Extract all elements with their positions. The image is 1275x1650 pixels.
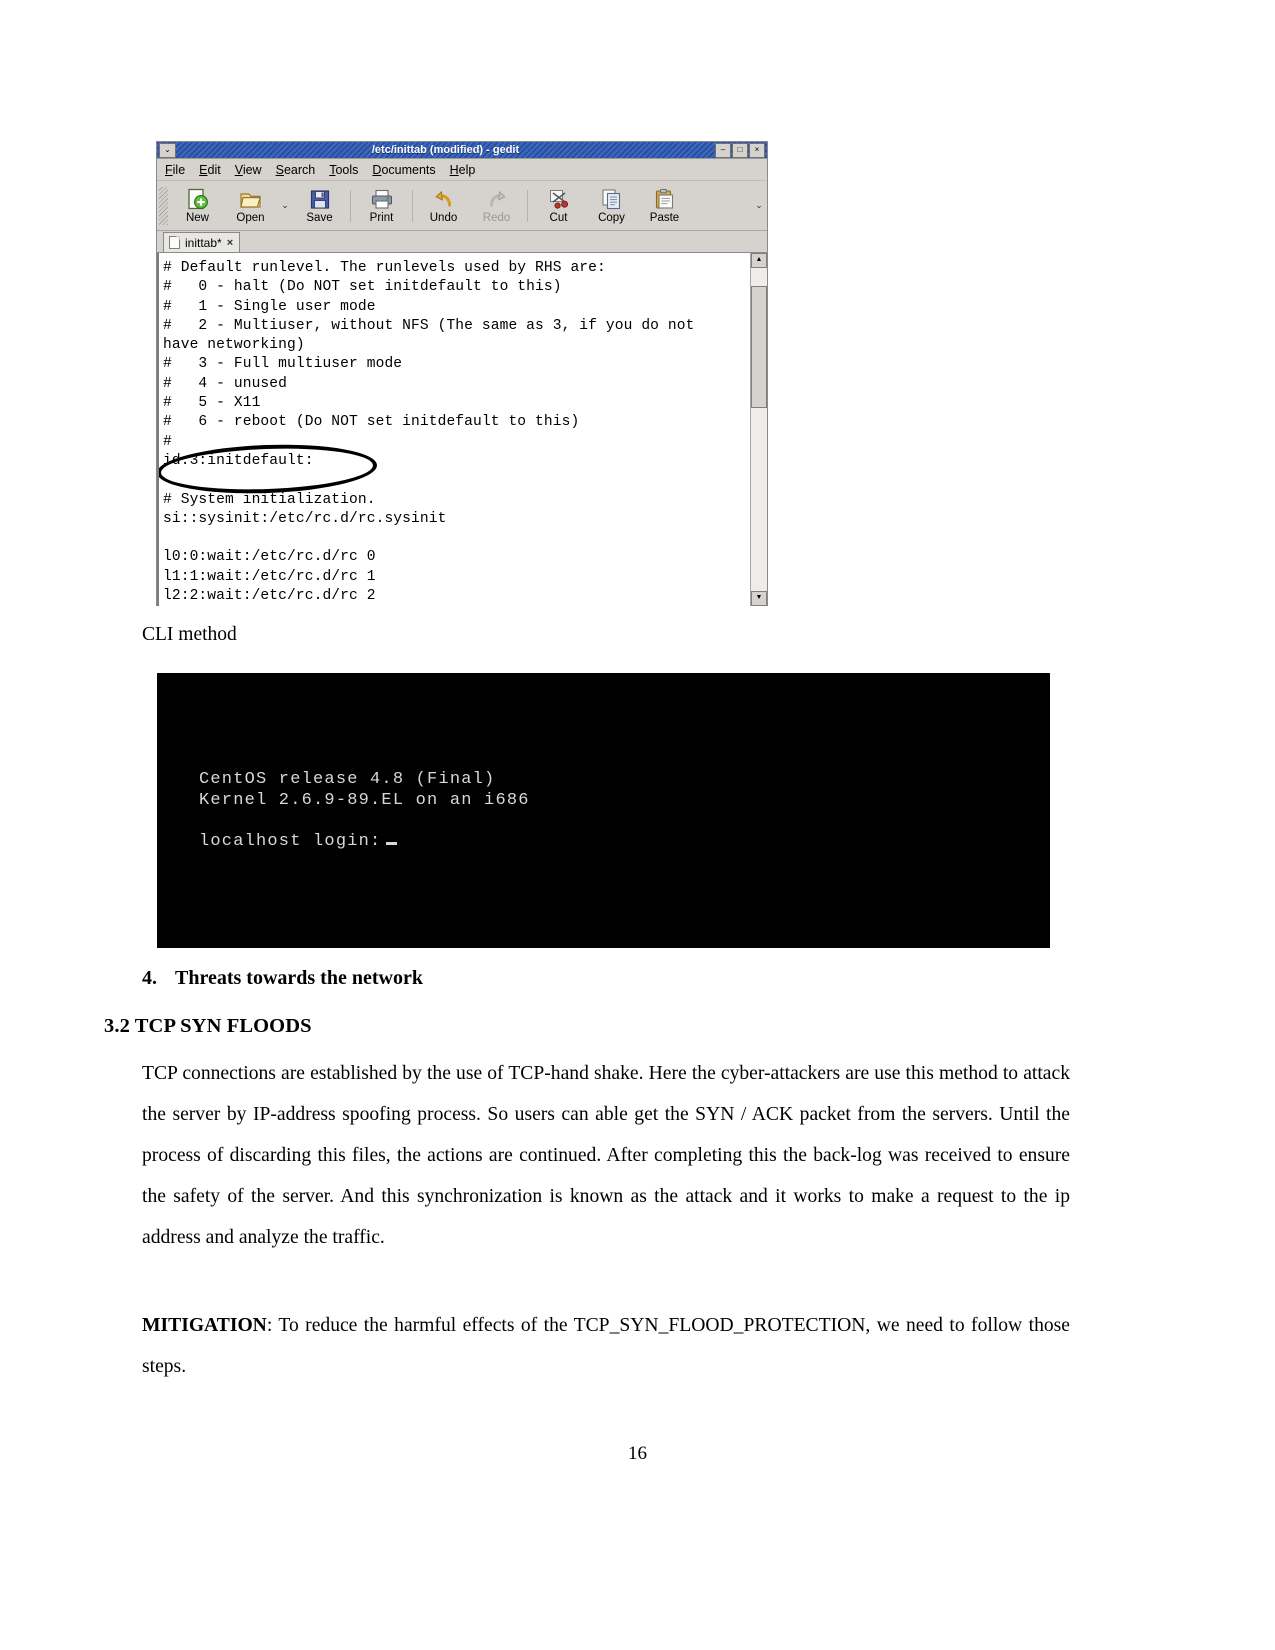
code-line: # 3 - Full multiuser mode: [163, 356, 403, 373]
save-floppy-icon: [309, 187, 331, 211]
undo-button[interactable]: Undo: [417, 183, 470, 229]
page-number: 16: [628, 1443, 647, 1464]
undo-arrow-icon: [433, 187, 455, 211]
maximize-button[interactable]: □: [732, 142, 748, 158]
print-button[interactable]: Print: [355, 183, 408, 229]
window-title: /etc/inittab (modified) - gedit: [371, 144, 520, 156]
window-controls: – □ ×: [715, 142, 765, 158]
code-line: # 1 - Single user mode: [163, 298, 376, 315]
save-button-label: Save: [306, 212, 333, 224]
gedit-toolbar: New Open ⌄ Save Print Undo Redo Cut Copy…: [157, 181, 767, 231]
open-dropdown-chevron-down-icon[interactable]: ⌄: [277, 183, 293, 229]
print-button-label: Print: [369, 212, 394, 224]
scissors-icon: [547, 187, 570, 211]
paragraph-tcp-syn-floods: TCP connections are established by the u…: [142, 1063, 1070, 1248]
mitigation-text: : To reduce the harmful effects of the T…: [142, 1315, 1070, 1377]
toolbar-grip[interactable]: [159, 186, 168, 225]
scrollbar-track[interactable]: [751, 268, 767, 591]
open-folder-icon: [239, 187, 263, 211]
paragraph-mitigation: MITIGATION: To reduce the harmful effect…: [142, 1305, 1070, 1387]
text-file-icon: [169, 236, 180, 249]
text-editor-pane[interactable]: # Default runlevel. The runlevels used b…: [157, 253, 750, 606]
scroll-up-arrow-icon[interactable]: ▲: [751, 253, 767, 268]
open-button-label: Open: [236, 212, 265, 224]
code-line: # System initialization.: [163, 491, 376, 508]
code-line: l2:2:wait:/etc/rc.d/rc 2: [163, 588, 376, 605]
terminal-login-prompt: localhost login:: [199, 831, 398, 852]
gedit-menubar: File Edit View Search Tools Documents He…: [157, 159, 767, 181]
copy-button-label: Copy: [598, 212, 625, 224]
open-button[interactable]: Open: [224, 183, 277, 229]
toolbar-overflow-chevron-down-icon[interactable]: ⌄: [751, 183, 767, 229]
gedit-titlebar: ⌄ /etc/inittab (modified) - gedit – □ ×: [157, 142, 767, 159]
paste-button[interactable]: Paste: [638, 183, 691, 229]
terminal-kernel-line: Kernel 2.6.9-89.EL on an i686: [199, 791, 530, 810]
menu-file[interactable]: File: [165, 163, 185, 177]
tab-inittab[interactable]: inittab* ×: [163, 232, 241, 252]
code-line: l1:1:wait:/etc/rc.d/rc 1: [163, 568, 376, 585]
tab-close-icon[interactable]: ×: [227, 237, 233, 249]
numbered-heading-number: 4.: [142, 967, 157, 989]
numbered-heading: 4. Threats towards the network: [142, 967, 423, 990]
copy-button[interactable]: Copy: [585, 183, 638, 229]
section-heading: 3.2 TCP SYN FLOODS: [104, 1015, 312, 1037]
close-button[interactable]: ×: [749, 142, 765, 158]
clipboard-paste-icon: [653, 187, 676, 211]
menu-edit[interactable]: Edit: [199, 163, 221, 177]
code-line: have networking): [163, 337, 305, 354]
caption-cli-method: CLI method: [142, 624, 237, 645]
save-button[interactable]: Save: [293, 183, 346, 229]
code-line: # 0 - halt (Do NOT set initdefault to th…: [163, 279, 562, 296]
tab-inittab-label: inittab*: [185, 235, 222, 250]
menu-help[interactable]: Help: [450, 163, 476, 177]
toolbar-separator: [527, 189, 528, 222]
code-line: # 5 - X11: [163, 395, 261, 412]
paste-button-label: Paste: [649, 212, 680, 224]
gedit-tabstrip: inittab* ×: [157, 231, 767, 253]
redo-button: Redo: [470, 183, 523, 229]
undo-button-label: Undo: [429, 212, 458, 224]
code-line: l0:0:wait:/etc/rc.d/rc 0: [163, 549, 376, 566]
terminal-release-line: CentOS release 4.8 (Final): [199, 770, 496, 789]
new-button-label: New: [185, 212, 209, 224]
code-line-initdefault: id:3:initdefault:: [163, 452, 314, 469]
numbered-heading-text: Threats towards the network: [175, 967, 423, 989]
terminal-block-cursor: [386, 842, 398, 845]
new-button[interactable]: New: [171, 183, 224, 229]
code-line: si::sysinit:/etc/rc.d/rc.sysinit: [163, 510, 447, 527]
menu-search[interactable]: Search: [276, 163, 316, 177]
terminal-screenshot: CentOS release 4.8 (Final) Kernel 2.6.9-…: [157, 673, 1050, 948]
code-line: # 4 - unused: [163, 375, 288, 392]
printer-icon: [370, 187, 394, 211]
code-line: # 6 - reboot (Do NOT set initdefault to …: [163, 414, 580, 431]
code-line: # Default runlevel. The runlevels used b…: [163, 260, 606, 276]
menu-view[interactable]: View: [235, 163, 262, 177]
code-line: # 2 - Multiuser, without NFS (The same a…: [163, 317, 695, 334]
copy-pages-icon: [600, 187, 623, 211]
gedit-editor-area: # Default runlevel. The runlevels used b…: [157, 253, 767, 606]
gedit-window: ⌄ /etc/inittab (modified) - gedit – □ × …: [156, 141, 768, 606]
window-menu-icon[interactable]: ⌄: [159, 142, 176, 158]
menu-documents[interactable]: Documents: [372, 163, 435, 177]
editor-vertical-scrollbar[interactable]: ▲ ▼: [750, 253, 767, 606]
toolbar-separator: [350, 189, 351, 222]
mitigation-label: MITIGATION: [142, 1315, 267, 1336]
new-document-icon: [186, 187, 209, 211]
redo-arrow-icon: [486, 187, 508, 211]
terminal-login-prompt-text: localhost login:: [199, 832, 382, 851]
code-line: #: [163, 433, 172, 450]
cut-button-label: Cut: [549, 212, 568, 224]
cut-button[interactable]: Cut: [532, 183, 585, 229]
menu-tools[interactable]: Tools: [329, 163, 358, 177]
scrollbar-thumb[interactable]: [751, 286, 767, 408]
redo-button-label: Redo: [482, 212, 511, 224]
toolbar-separator: [412, 189, 413, 222]
scroll-down-arrow-icon[interactable]: ▼: [751, 591, 767, 606]
minimize-button[interactable]: –: [715, 142, 731, 158]
